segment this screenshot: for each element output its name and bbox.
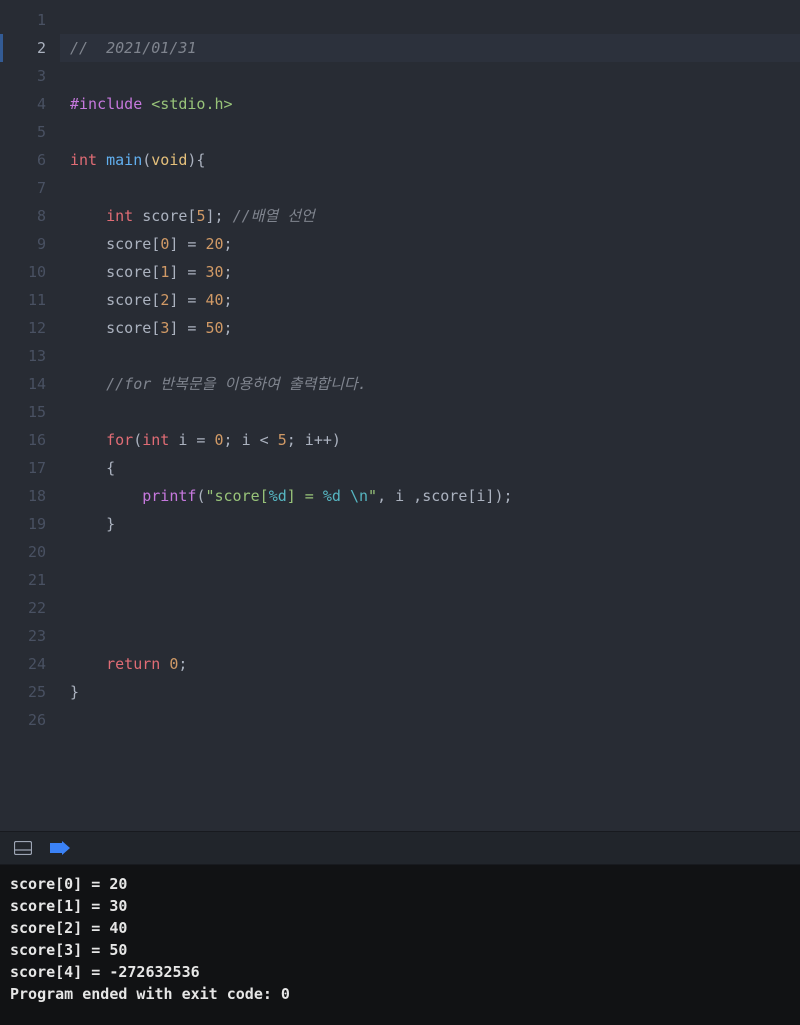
line-number: 7	[0, 174, 46, 202]
line-number: 15	[0, 398, 46, 426]
code-line[interactable]: }	[60, 510, 800, 538]
code-line[interactable]: int score[5]; //배열 선언	[60, 202, 800, 230]
line-number: 1	[0, 6, 46, 34]
console-toolbar	[0, 831, 800, 865]
line-number: 9	[0, 230, 46, 258]
code-line[interactable]	[60, 342, 800, 370]
code-line[interactable]: {	[60, 454, 800, 482]
line-number: 6	[0, 146, 46, 174]
code-line[interactable]: score[1] = 30;	[60, 258, 800, 286]
code-line[interactable]: #include <stdio.h>	[60, 90, 800, 118]
code-line[interactable]: for(int i = 0; i < 5; i++)	[60, 426, 800, 454]
code-line[interactable]: score[3] = 50;	[60, 314, 800, 342]
line-number: 22	[0, 594, 46, 622]
code-line[interactable]: //for 반복문을 이용하여 출력합니다.	[60, 370, 800, 398]
code-line[interactable]: return 0;	[60, 650, 800, 678]
line-number: 23	[0, 622, 46, 650]
panel-icon[interactable]	[14, 841, 32, 855]
code-line[interactable]	[60, 398, 800, 426]
code-line[interactable]: score[0] = 20;	[60, 230, 800, 258]
code-line[interactable]	[60, 622, 800, 650]
code-line[interactable]	[60, 118, 800, 146]
line-number: 8	[0, 202, 46, 230]
code-line[interactable]	[60, 538, 800, 566]
code-line[interactable]	[60, 566, 800, 594]
code-line[interactable]	[60, 594, 800, 622]
line-number: 14	[0, 370, 46, 398]
line-number: 19	[0, 510, 46, 538]
active-line-marker	[0, 34, 3, 62]
line-number: 4	[0, 90, 46, 118]
console-output: score[0] = 20 score[1] = 30 score[2] = 4…	[0, 865, 800, 1025]
line-number: 12	[0, 314, 46, 342]
line-number: 11	[0, 286, 46, 314]
code-line[interactable]	[60, 174, 800, 202]
line-number: 18	[0, 482, 46, 510]
line-number: 2	[0, 34, 46, 62]
line-number: 13	[0, 342, 46, 370]
code-line[interactable]: score[2] = 40;	[60, 286, 800, 314]
code-line[interactable]: }	[60, 678, 800, 706]
code-editor[interactable]: 1234567891011121314151617181920212223242…	[0, 0, 800, 831]
line-number: 20	[0, 538, 46, 566]
line-number: 21	[0, 566, 46, 594]
line-number: 5	[0, 118, 46, 146]
code-area[interactable]: // 2021/01/31 #include <stdio.h> int main(…	[60, 6, 800, 831]
run-arrow-icon[interactable]	[50, 841, 70, 855]
line-number: 16	[0, 426, 46, 454]
line-number: 26	[0, 706, 46, 734]
code-line[interactable]	[60, 6, 800, 34]
code-line[interactable]	[60, 62, 800, 90]
line-number: 24	[0, 650, 46, 678]
line-number: 3	[0, 62, 46, 90]
code-line[interactable]: int main(void){	[60, 146, 800, 174]
code-line[interactable]: // 2021/01/31	[60, 34, 800, 62]
code-line[interactable]: printf("score[%d] = %d \n", i ,score[i])…	[60, 482, 800, 510]
line-number: 10	[0, 258, 46, 286]
code-line[interactable]	[60, 706, 800, 734]
line-number: 25	[0, 678, 46, 706]
line-number: 17	[0, 454, 46, 482]
line-number-gutter: 1234567891011121314151617181920212223242…	[0, 6, 60, 831]
